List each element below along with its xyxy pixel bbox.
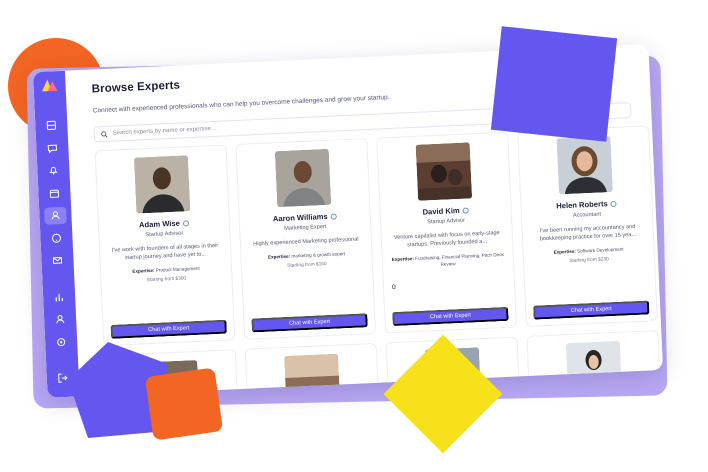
calendar-icon[interactable]	[43, 184, 66, 202]
expertise-value: Product Management	[155, 265, 200, 273]
blue-square-shape	[490, 26, 618, 142]
chat-with-expert-button[interactable]: Chat with Expert	[533, 300, 650, 320]
verified-icon	[182, 219, 189, 226]
search-icon	[101, 130, 108, 137]
expert-card: Aaron Williams Marketing Expert Highly e…	[235, 138, 377, 340]
avatar	[556, 136, 613, 195]
chat-with-expert-button[interactable]: Chat with Expert	[251, 313, 368, 333]
expert-bio: Venture capitalist with focus on early-s…	[393, 230, 500, 249]
expertise-label: Expertise:	[132, 268, 155, 275]
expert-role: Startup Advisor	[145, 230, 184, 239]
app-logo-icon	[42, 79, 58, 92]
expert-name: Aaron Williams	[272, 211, 328, 224]
dashboard-icon[interactable]	[40, 117, 63, 135]
name-row: David Kim	[422, 206, 469, 217]
expert-price: Starting from $230	[569, 256, 609, 264]
avatar	[133, 155, 191, 214]
expertise-line: Expertise: Product Management	[132, 266, 200, 275]
expertise-label: Expertise:	[267, 253, 291, 260]
expertise-label: Expertise:	[553, 248, 576, 255]
expertise-value: Software Development	[576, 246, 624, 254]
avatar	[274, 148, 332, 208]
expert-bio: I've work with founders of all stages in…	[111, 242, 219, 262]
expertise-line: Expertise: Fundraising, Financial Planni…	[390, 252, 506, 270]
chat-icon[interactable]	[41, 139, 64, 157]
expert-bio: I've been running my accountancy and boo…	[539, 223, 637, 243]
verified-icon	[330, 213, 337, 220]
name-row: Adam Wise	[139, 218, 189, 229]
expert-role: Marketing Expert	[284, 223, 327, 232]
expertise-label: Expertise:	[391, 256, 415, 263]
expertise-value: marketing & growth expert	[291, 251, 346, 259]
avatar	[415, 142, 473, 201]
expert-name: Adam Wise	[138, 218, 181, 230]
orange-square-shape	[144, 367, 224, 441]
expertise-line: Expertise: marketing & growth expert	[268, 251, 345, 261]
expertise-value: Fundraising, Financial Planning, Pitch D…	[415, 252, 504, 267]
chat-with-expert-button[interactable]: Chat with Expert	[392, 306, 509, 327]
expert-price: Starting from $150	[287, 261, 327, 269]
expert-grid: Adam Wise Startup Advisor I've work with…	[94, 125, 658, 347]
stray-value: 0	[391, 283, 396, 292]
verified-icon	[462, 207, 469, 214]
expert-name: Helen Roberts	[556, 199, 608, 211]
chat-with-expert-button[interactable]: Chat with Expert	[110, 319, 227, 339]
bell-icon[interactable]	[42, 161, 65, 179]
name-row: Helen Roberts	[556, 199, 617, 211]
mail-icon[interactable]	[46, 251, 69, 269]
profile-icon[interactable]	[49, 310, 72, 328]
expert-bio: Highly experienced Marketing professiona…	[253, 236, 359, 248]
expert-card: Adam Wise Startup Advisor I've work with…	[94, 144, 236, 347]
expert-card: David Kim Startup Advisor Venture capita…	[376, 131, 518, 334]
expert-price: Starting from $300	[146, 276, 187, 283]
name-row: Aaron Williams	[272, 211, 337, 224]
expert-role: Accountant	[572, 211, 602, 219]
chart-icon[interactable]	[48, 288, 71, 306]
expert-role: Startup Advisor	[427, 217, 466, 226]
expertise-line: Expertise: Software Development	[554, 247, 624, 257]
verified-icon	[610, 200, 617, 207]
expert-card: Helen Roberts Accountant I've been runni…	[517, 125, 658, 328]
help-icon[interactable]	[45, 229, 68, 247]
user-icon[interactable]	[44, 206, 67, 225]
expert-name: David Kim	[422, 205, 460, 217]
